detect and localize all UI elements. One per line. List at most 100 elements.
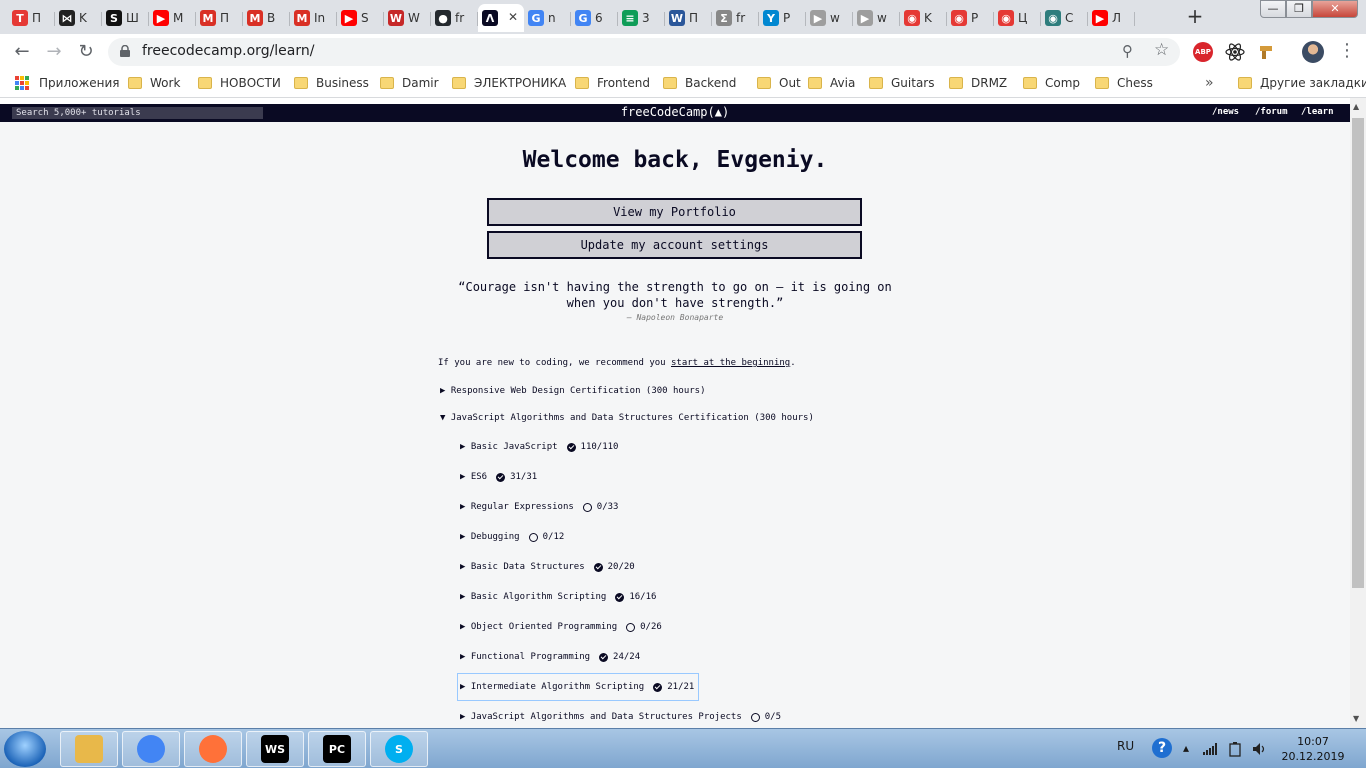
- zoom-icon[interactable]: ⚲: [1122, 42, 1133, 60]
- taskbar-app-explorer[interactable]: [60, 731, 118, 767]
- nav-link-learn[interactable]: /learn: [1301, 107, 1334, 117]
- scroll-up-arrow[interactable]: ▲: [1353, 102, 1359, 111]
- browser-tab[interactable]: ▶ w: [806, 4, 853, 32]
- browser-tab[interactable]: MП: [196, 4, 243, 32]
- back-button[interactable]: ←: [10, 40, 34, 64]
- minimize-button[interactable]: —: [1260, 0, 1286, 18]
- browser-tab[interactable]: Λ ✕: [478, 4, 524, 32]
- bookmark-folder[interactable]: Guitars: [869, 76, 934, 90]
- cert-javascript-algorithms[interactable]: ▼ JavaScript Algorithms and Data Structu…: [440, 413, 814, 423]
- browser-tab[interactable]: ◉ K: [900, 4, 947, 32]
- browser-tab[interactable]: TП: [8, 4, 55, 32]
- bookmark-star-icon[interactable]: ☆: [1154, 40, 1169, 60]
- browser-tab[interactable]: WW: [384, 4, 431, 32]
- superblock-item[interactable]: ▶ Debugging 0/12: [460, 524, 564, 550]
- volume-icon[interactable]: [1252, 742, 1268, 756]
- browser-tab[interactable]: SШ: [102, 4, 149, 32]
- reload-button[interactable]: ↻: [74, 40, 98, 64]
- scroll-thumb[interactable]: [1352, 118, 1364, 588]
- superblock-item[interactable]: ▶ Basic Data Structures 20/20: [460, 554, 635, 580]
- forward-button[interactable]: →: [42, 40, 66, 64]
- browser-tab[interactable]: ▶ w: [853, 4, 900, 32]
- language-indicator[interactable]: RU: [1117, 739, 1134, 753]
- bookmark-folder[interactable]: Damir: [380, 76, 439, 90]
- fcc-navbar: Search 5,000+ tutorials freeCodeCamp(▲) …: [0, 104, 1350, 122]
- taskbar-app-pycharm[interactable]: PC: [308, 731, 366, 767]
- superblock-item[interactable]: ▶ Regular Expressions 0/33: [460, 494, 618, 520]
- scroll-down-arrow[interactable]: ▼: [1353, 714, 1359, 723]
- bookmark-apps[interactable]: Приложения: [15, 76, 120, 90]
- intro-suffix: .: [790, 358, 796, 368]
- extension-icon[interactable]: [1257, 42, 1277, 62]
- view-portfolio-button[interactable]: View my Portfolio: [487, 198, 862, 226]
- bookmark-folder[interactable]: НОВОСТИ: [198, 76, 281, 90]
- start-beginning-link[interactable]: start at the beginning: [671, 358, 790, 368]
- bookmark-folder[interactable]: Work: [128, 76, 180, 90]
- taskbar-app-chrome[interactable]: [122, 731, 180, 767]
- superblock-item[interactable]: ▶ Basic JavaScript 110/110: [460, 434, 618, 460]
- browser-tab[interactable]: ◉ Ц: [994, 4, 1041, 32]
- system-clock[interactable]: 10:07 20.12.2019: [1280, 734, 1346, 764]
- cert-responsive-web-design[interactable]: ▶ Responsive Web Design Certification (3…: [440, 386, 706, 396]
- adblock-extension-icon[interactable]: ABP: [1193, 42, 1213, 62]
- superblock-item[interactable]: ▶ Basic Algorithm Scripting 16/16: [460, 584, 656, 610]
- explorer-icon: [75, 735, 103, 763]
- close-window-button[interactable]: ✕: [1312, 0, 1358, 18]
- browser-tab[interactable]: Σfr: [712, 4, 759, 32]
- superblock-title: ▶ Regular Expressions: [460, 502, 574, 512]
- bookmark-folder[interactable]: DRMZ: [949, 76, 1007, 90]
- account-settings-button[interactable]: Update my account settings: [487, 231, 862, 259]
- network-icon[interactable]: [1203, 743, 1219, 755]
- superblock-item[interactable]: ▶ JavaScript Algorithms and Data Structu…: [460, 704, 781, 728]
- url-text[interactable]: freecodecamp.org/learn/: [142, 43, 314, 59]
- nav-link-forum[interactable]: /forum: [1255, 107, 1288, 117]
- browser-tab[interactable]: ▶ Л: [1088, 4, 1135, 32]
- battery-icon[interactable]: [1228, 741, 1242, 757]
- intro-text: If you are new to coding, we recommend y…: [438, 358, 796, 368]
- help-icon[interactable]: ?: [1152, 738, 1172, 758]
- bookmark-folder[interactable]: Avia: [808, 76, 855, 90]
- browser-tab[interactable]: M In: [290, 4, 337, 32]
- tray-expand-icon[interactable]: ▴: [1183, 741, 1189, 755]
- bookmarks-overflow-button[interactable]: »: [1205, 75, 1214, 91]
- browser-tab[interactable]: G6: [571, 4, 618, 32]
- browser-tab[interactable]: WП: [665, 4, 712, 32]
- profile-avatar[interactable]: [1302, 41, 1324, 63]
- browser-tab[interactable]: ≡ 3: [618, 4, 665, 32]
- superblock-item[interactable]: ▶ ES6 31/31: [460, 464, 537, 490]
- browser-tab[interactable]: ▶ M: [149, 4, 196, 32]
- browser-tab[interactable]: ◉ P: [947, 4, 994, 32]
- bookmark-folder[interactable]: Business: [294, 76, 369, 90]
- bookmark-folder[interactable]: Comp: [1023, 76, 1080, 90]
- page-scrollbar[interactable]: ▲ ▼: [1350, 98, 1366, 728]
- tab-title: П: [689, 11, 699, 25]
- browser-tab[interactable]: ◉ С: [1041, 4, 1088, 32]
- superblock-item[interactable]: ▶ Object Oriented Programming 0/26: [460, 614, 662, 640]
- bookmark-folder[interactable]: Out: [757, 76, 801, 90]
- browser-tab[interactable]: Gn: [524, 4, 571, 32]
- browser-tab[interactable]: ● fr: [431, 4, 478, 32]
- taskbar-app-skype[interactable]: S: [370, 731, 428, 767]
- start-button[interactable]: [4, 731, 46, 767]
- browser-tab[interactable]: MB: [243, 4, 290, 32]
- browser-menu-icon[interactable]: ⋮: [1338, 40, 1356, 61]
- bookmark-folder[interactable]: Frontend: [575, 76, 650, 90]
- bookmark-folder[interactable]: ЭЛЕКТРОНИКА: [452, 76, 566, 90]
- new-tab-button[interactable]: +: [1182, 6, 1208, 28]
- bookmark-folder[interactable]: Backend: [663, 76, 736, 90]
- browser-tab[interactable]: ▶ S: [337, 4, 384, 32]
- browser-tab[interactable]: YP: [759, 4, 806, 32]
- maximize-button[interactable]: ❐: [1286, 0, 1312, 18]
- react-devtools-icon[interactable]: [1225, 42, 1245, 62]
- nav-link-news[interactable]: /news: [1212, 107, 1239, 117]
- superblock-item[interactable]: ▶ Intermediate Algorithm Scripting 21/21: [457, 673, 700, 701]
- bookmark-other[interactable]: Другие закладки: [1238, 76, 1366, 90]
- taskbar-app-webstorm[interactable]: WS: [246, 731, 304, 767]
- address-bar[interactable]: freecodecamp.org/learn/ ⚲ ☆: [108, 38, 1180, 66]
- close-tab-icon[interactable]: ✕: [508, 10, 518, 24]
- browser-tab[interactable]: ⋈ K: [55, 4, 102, 32]
- taskbar-app-firefox[interactable]: [184, 731, 242, 767]
- bookmark-folder[interactable]: Chess: [1095, 76, 1153, 90]
- fcc-logo[interactable]: freeCodeCamp(▲): [0, 105, 1350, 119]
- superblock-item[interactable]: ▶ Functional Programming 24/24: [460, 644, 640, 670]
